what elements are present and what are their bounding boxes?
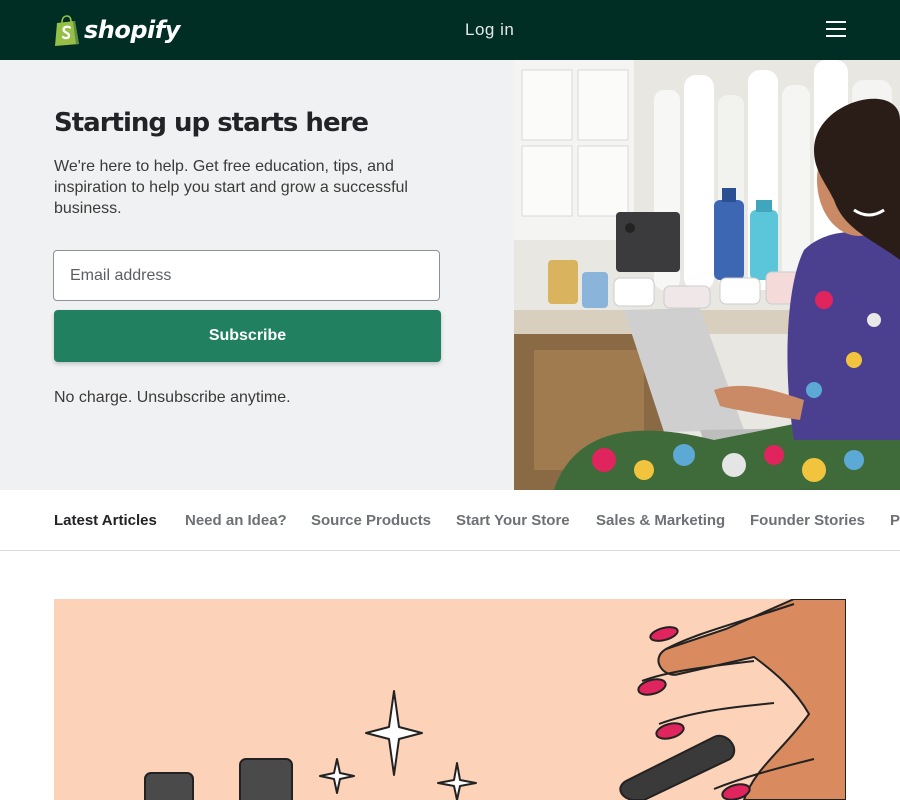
hero-photo (514, 60, 900, 490)
hero-description: We're here to help. Get free education, … (54, 158, 408, 217)
email-input[interactable] (53, 250, 440, 301)
nav-tab-podcasts[interactable]: Podcasts (890, 512, 900, 529)
shopify-logo[interactable]: shopify (54, 14, 180, 46)
hero-title: Starting up starts here (54, 108, 369, 138)
nav-tab-need-an-idea[interactable]: Need an Idea? (185, 512, 287, 529)
login-link[interactable]: Log in (465, 20, 514, 40)
studio-woman-laptop-image (514, 60, 900, 490)
nav-tab-source-products[interactable]: Source Products (311, 512, 431, 529)
nav-tab-founder-stories[interactable]: Founder Stories (750, 512, 865, 529)
shopping-bag-icon (55, 14, 79, 46)
category-navigation: Latest Articles Need an Idea? Source Pro… (0, 490, 900, 551)
logo-wordmark: shopify (84, 16, 180, 44)
hamburger-icon[interactable] (826, 21, 846, 37)
subscribe-button[interactable]: Subscribe (54, 310, 441, 362)
top-navigation-bar: shopify Log in (0, 0, 900, 60)
subscription-note: No charge. Unsubscribe anytime. (54, 389, 291, 406)
featured-article-image[interactable] (54, 599, 846, 800)
nav-tab-latest-articles[interactable]: Latest Articles (54, 512, 157, 529)
nav-tab-sales-marketing[interactable]: Sales & Marketing (596, 512, 725, 529)
nav-tab-start-your-store[interactable]: Start Your Store (456, 512, 570, 529)
nail-polish-illustration (54, 599, 846, 800)
